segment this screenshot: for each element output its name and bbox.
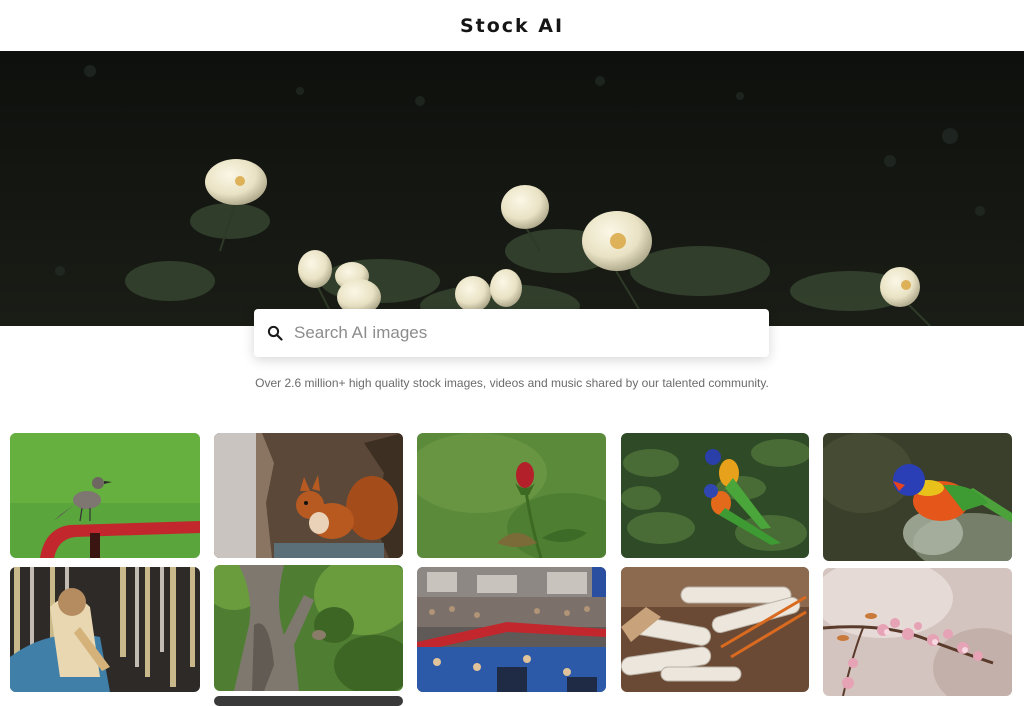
site-header: Stock AI xyxy=(0,0,1024,51)
hero-banner xyxy=(0,51,1024,326)
image-tile-statue[interactable] xyxy=(10,567,200,692)
hero-image xyxy=(0,51,1024,326)
image-thumbnail xyxy=(214,433,403,558)
search-icon[interactable] xyxy=(256,325,294,341)
search-input[interactable] xyxy=(294,323,734,343)
image-thumbnail xyxy=(10,567,200,692)
image-thumbnail xyxy=(621,567,809,692)
image-tile-stadium[interactable] xyxy=(417,567,606,692)
image-thumbnail xyxy=(214,696,403,706)
tagline: Over 2.6 million+ high quality stock ima… xyxy=(255,376,769,390)
image-tile-paper-rolls[interactable] xyxy=(621,567,809,692)
image-tile-cherry-blossoms[interactable] xyxy=(823,568,1012,696)
image-tile-row3[interactable] xyxy=(214,696,403,706)
image-thumbnail xyxy=(214,565,403,691)
image-thumbnail xyxy=(417,567,606,692)
image-tile-squirrel[interactable] xyxy=(214,433,403,558)
image-tile-tree[interactable] xyxy=(214,565,403,691)
image-tile-lorikeets[interactable] xyxy=(621,433,809,558)
site-logo[interactable]: Stock AI xyxy=(460,15,564,37)
image-thumbnail xyxy=(417,433,606,558)
search-bar[interactable] xyxy=(254,309,769,357)
image-tile-rose-bud[interactable] xyxy=(417,433,606,558)
image-tile-lorikeet-portrait[interactable] xyxy=(823,433,1012,561)
image-thumbnail xyxy=(823,568,1012,696)
image-thumbnail xyxy=(823,433,1012,561)
image-thumbnail xyxy=(621,433,809,558)
image-thumbnail xyxy=(10,433,200,558)
image-tile-bird[interactable] xyxy=(10,433,200,558)
